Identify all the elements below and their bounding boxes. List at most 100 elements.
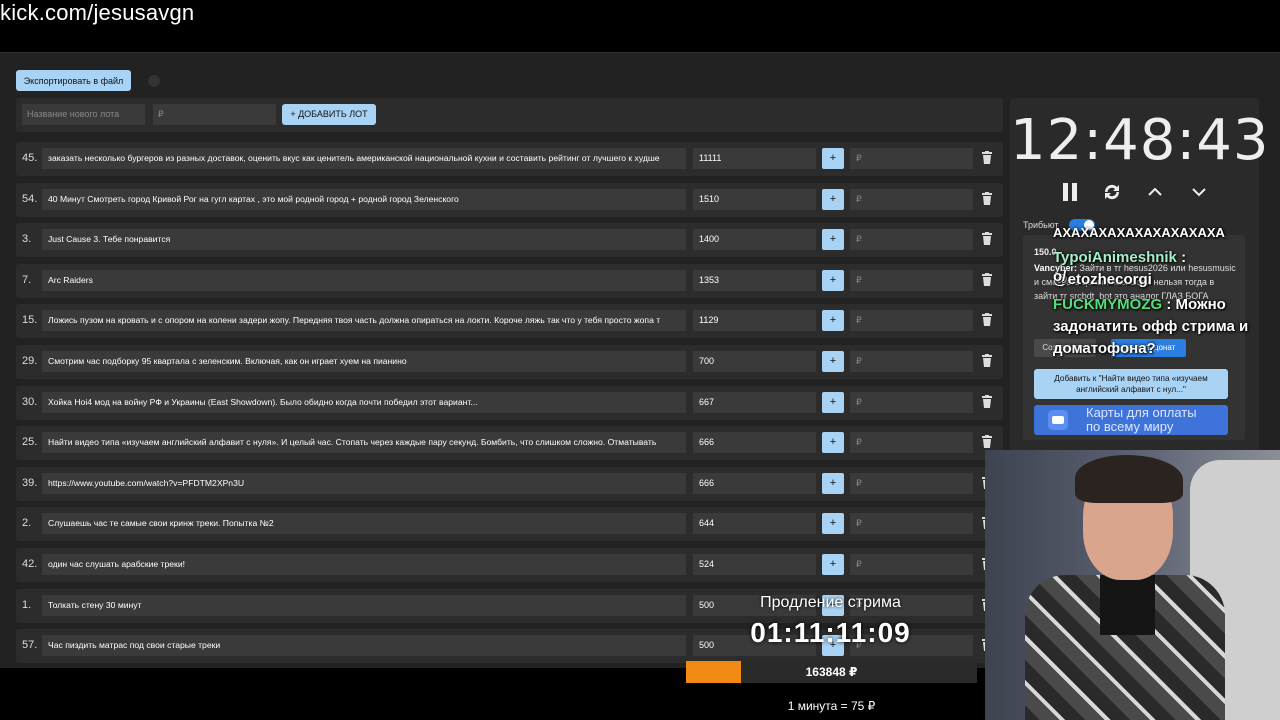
lot-title-input[interactable]: Arc Raiders <box>42 269 686 291</box>
lot-number: 54. <box>22 192 38 205</box>
lot-title-input[interactable]: 40 Минут Смотреть город Кривой Рог на гу… <box>42 188 686 210</box>
create-lot-button[interactable]: Создать лот <box>1034 339 1096 357</box>
new-lot-bar: Название нового лота ₽ + ДОБАВИТЬ ЛОТ <box>16 98 1003 132</box>
lot-amount-input[interactable]: 1400 <box>693 229 816 251</box>
lot-row: 25. Найти видео типа «изучаем английский … <box>16 426 1003 461</box>
lot-add-button[interactable]: + <box>822 188 844 210</box>
lot-amount-input[interactable]: 1353 <box>693 269 816 291</box>
chevron-up-icon[interactable] <box>1144 181 1166 203</box>
lot-number: 15. <box>22 314 38 327</box>
trash-icon[interactable] <box>982 394 992 408</box>
lot-amount-input[interactable]: 667 <box>693 391 816 413</box>
new-lot-name-input[interactable]: Название нового лота <box>22 104 145 125</box>
extension-timer-value: 01:11:11:09 <box>750 617 911 648</box>
lot-title-input[interactable]: один час слушать арабские треки! <box>42 553 686 575</box>
new-lot-price-input[interactable]: ₽ <box>153 104 276 125</box>
donation-progress-bar: 163848 ₽ <box>686 661 977 683</box>
payment-banner[interactable]: Карты для оплаты по всему миру <box>1034 405 1228 435</box>
lot-amount-input[interactable]: 524 <box>693 553 816 575</box>
lot-add-button[interactable]: + <box>822 148 844 169</box>
lot-number: 25. <box>22 436 38 449</box>
lot-title-input[interactable]: Ложись пузом на кровать и с опором на ко… <box>42 310 686 332</box>
lot-price-input[interactable]: ₽ <box>850 269 973 291</box>
lot-price-input[interactable]: ₽ <box>850 229 973 251</box>
donation-total: 163848 ₽ <box>805 665 858 679</box>
lot-number: 30. <box>22 395 38 408</box>
lot-price-input[interactable]: ₽ <box>850 188 973 210</box>
lot-title-input[interactable]: https://www.youtube.com/watch?v=PFDTM2XP… <box>42 472 686 494</box>
lot-add-button[interactable]: + <box>822 472 844 494</box>
reset-icon[interactable] <box>1101 181 1123 203</box>
donation-user: Vancyber: <box>1034 263 1078 273</box>
webcam-hair <box>1075 455 1183 503</box>
lot-amount-input[interactable]: 644 <box>693 513 816 535</box>
lot-row: 30. Хойка Hoi4 мод на войну РФ и Украины … <box>16 385 1003 420</box>
lot-add-button[interactable]: + <box>822 553 844 575</box>
trash-icon[interactable] <box>982 272 992 286</box>
lot-row: 42. один час слушать арабские треки! 524 + ₽ <box>16 547 1003 582</box>
lot-number: 7. <box>22 273 32 286</box>
trash-icon[interactable] <box>982 353 992 367</box>
chevron-down-icon[interactable] <box>1188 181 1210 203</box>
extension-timer-label: Продление стрима <box>760 594 901 611</box>
lot-number: 1. <box>22 598 32 611</box>
lot-title-input[interactable]: Смотрим час подборку 95 квартала с зелен… <box>42 350 686 372</box>
lot-add-button[interactable]: + <box>822 269 844 291</box>
lot-add-button[interactable]: + <box>822 513 844 535</box>
lot-amount-input[interactable]: 666 <box>693 472 816 494</box>
lot-list: 45. заказать несколько бургеров из разных… <box>16 142 1003 670</box>
side-panel: 12:48:43 Трибьют 150.0 Vancyber: Зайти в… <box>1010 98 1269 458</box>
tribute-toggle[interactable] <box>1069 219 1095 231</box>
lot-price-input[interactable]: ₽ <box>850 148 973 169</box>
payment-text: Карты для оплаты по всему миру <box>1086 406 1197 434</box>
lot-title-input[interactable]: Найти видео типа «изучаем английский алф… <box>42 432 686 454</box>
lot-add-button[interactable]: + <box>822 391 844 413</box>
lot-row: 54. 40 Минут Смотреть город Кривой Рог на… <box>16 182 1003 217</box>
export-button[interactable]: Экспортировать в файл <box>16 70 131 91</box>
lot-row: 39. https://www.youtube.com/watch?v=PFDTM… <box>16 466 1003 501</box>
lot-title-input[interactable]: Час пиздить матрас под свои старые треки <box>42 635 686 657</box>
add-to-lot-button[interactable]: Добавить к "Найти видео типа «изучаем ан… <box>1034 369 1228 399</box>
lot-price-input[interactable]: ₽ <box>850 350 973 372</box>
trash-icon[interactable] <box>982 232 992 246</box>
donation-amount: 150.0 <box>1034 247 1057 257</box>
lot-number: 39. <box>22 476 38 489</box>
lot-price-input[interactable]: ₽ <box>850 553 973 575</box>
lot-number: 29. <box>22 354 38 367</box>
lot-title-input[interactable]: Just Cause 3. Тебе понравится <box>42 229 686 251</box>
trash-icon[interactable] <box>982 435 992 449</box>
payment-text-line2: по всему миру <box>1086 419 1174 434</box>
lot-add-button[interactable]: + <box>822 229 844 251</box>
trash-icon[interactable] <box>982 191 992 205</box>
lot-amount-input[interactable]: 1510 <box>693 188 816 210</box>
lot-title-input[interactable]: Слушаешь час те самые свои кринж треки. … <box>42 513 686 535</box>
lot-row: 29. Смотрим час подборку 95 квартала с зе… <box>16 344 1003 379</box>
lot-add-button[interactable]: + <box>822 432 844 454</box>
lot-price-input[interactable]: ₽ <box>850 513 973 535</box>
lot-price-input[interactable]: ₽ <box>850 391 973 413</box>
donation-card: 150.0 Vancyber: Зайти в тг hesus2026 или… <box>1023 235 1245 440</box>
lot-amount-input[interactable]: 1129 <box>693 310 816 332</box>
lot-amount-input[interactable]: 11111 <box>693 148 816 169</box>
delete-donation-button[interactable]: удалить донат <box>1111 339 1186 357</box>
lot-amount-input[interactable]: 700 <box>693 350 816 372</box>
stream-url: kick.com/jesusavgn <box>0 0 195 25</box>
lot-title-input[interactable]: Толкать стену 30 минут <box>42 594 686 616</box>
lot-add-button[interactable]: + <box>822 350 844 372</box>
add-lot-button[interactable]: + ДОБАВИТЬ ЛОТ <box>282 104 376 125</box>
trash-icon[interactable] <box>982 151 992 164</box>
lot-number: 2. <box>22 517 32 530</box>
lot-add-button[interactable]: + <box>822 310 844 332</box>
lot-row: 7. Arc Raiders 1353 + ₽ <box>16 263 1003 298</box>
lot-amount-input[interactable]: 666 <box>693 432 816 454</box>
lot-price-input[interactable]: ₽ <box>850 432 973 454</box>
lot-price-input[interactable]: ₽ <box>850 472 973 494</box>
lot-title-input[interactable]: Хойка Hoi4 мод на войну РФ и Украины (Ea… <box>42 391 686 413</box>
lot-row: 3. Just Cause 3. Тебе понравится 1400 + ₽ <box>16 223 1003 258</box>
pause-icon[interactable] <box>1059 181 1081 203</box>
lot-price-input[interactable]: ₽ <box>850 310 973 332</box>
trash-icon[interactable] <box>982 313 992 327</box>
lot-number: 45. <box>22 152 38 164</box>
lot-title-input[interactable]: заказать несколько бургеров из разных до… <box>42 148 686 169</box>
lot-number: 42. <box>22 557 38 570</box>
